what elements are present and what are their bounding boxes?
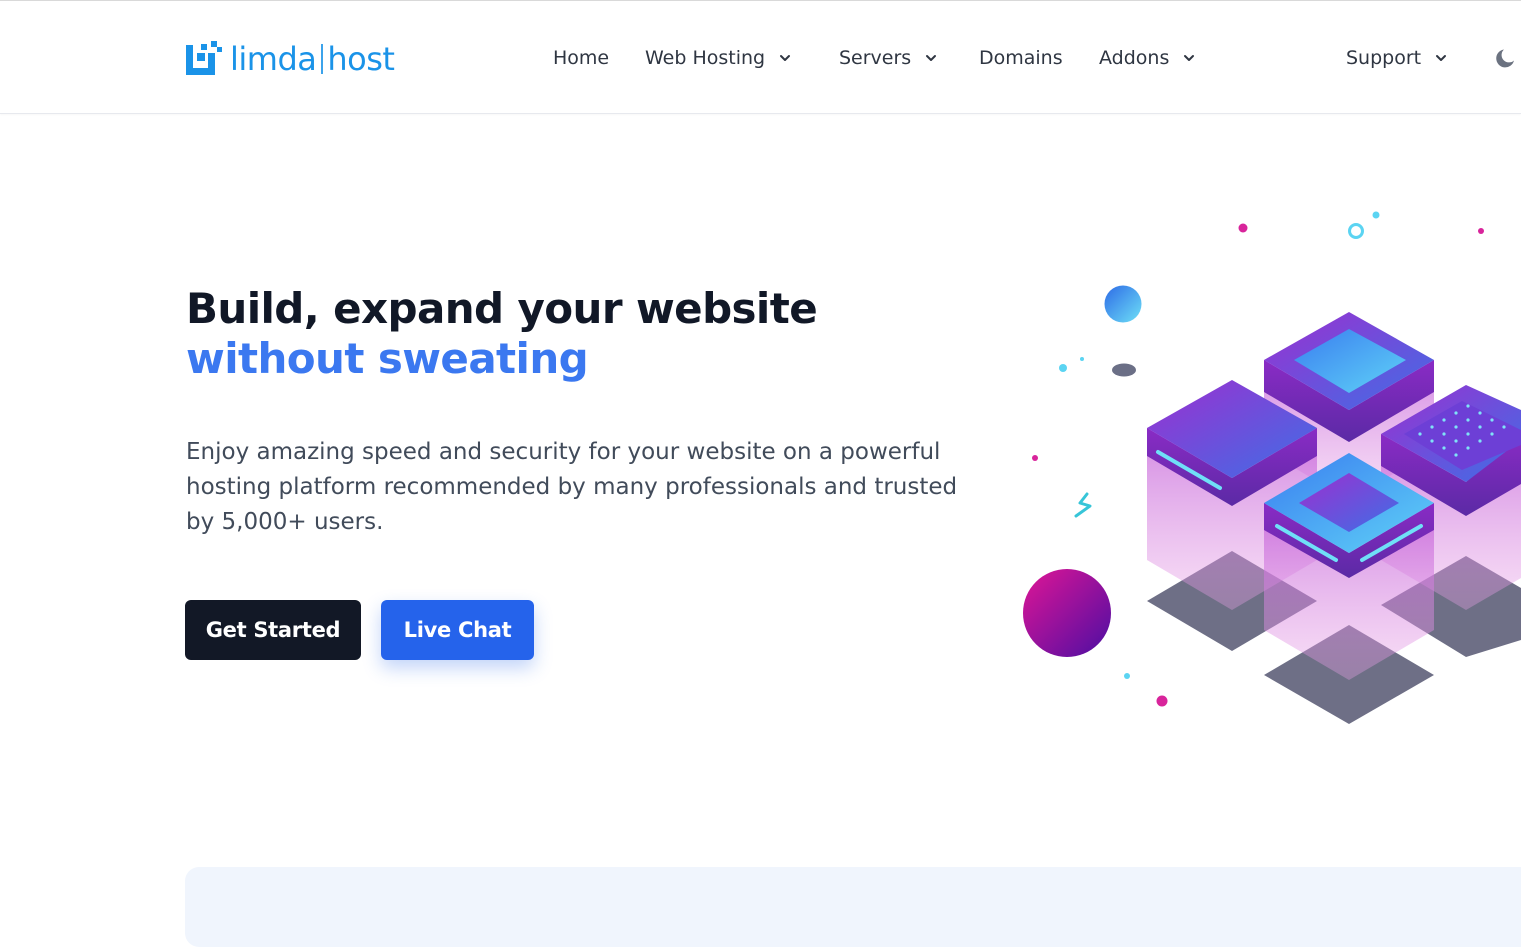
nav-item-home[interactable]: Home	[553, 41, 609, 75]
decor-dot	[1124, 673, 1130, 679]
nav-item-label: Web Hosting	[645, 47, 766, 69]
decor-zigzag	[1074, 492, 1092, 518]
nav-item-addons[interactable]: Addons	[1099, 41, 1195, 75]
moon-icon[interactable]	[1494, 46, 1518, 70]
decor-dot	[1156, 695, 1168, 707]
site-header: limda host Home Web Hosting Servers Doma…	[0, 1, 1521, 114]
decor-dot	[1238, 223, 1248, 233]
chevron-down-icon	[780, 55, 791, 61]
hero-title: Build, expand your website without sweat…	[186, 284, 818, 384]
decor-ball-blue	[1104, 285, 1142, 323]
decor-dot	[1032, 455, 1038, 461]
main-nav: Home Web Hosting Servers Domains Addons …	[0, 41, 1521, 75]
decor-dot	[1059, 364, 1067, 372]
decor-pill	[1112, 363, 1136, 377]
chevron-down-icon	[1436, 55, 1447, 61]
nav-item-domains[interactable]: Domains	[979, 41, 1063, 75]
server-stack-illustration	[1023, 211, 1521, 724]
nav-item-label: Addons	[1099, 47, 1170, 69]
decor-dot	[1080, 357, 1084, 361]
decor-ring	[1348, 223, 1364, 239]
decor-dot	[1372, 211, 1380, 219]
feature-panel	[185, 867, 1521, 947]
nav-item-servers[interactable]: Servers	[839, 41, 937, 75]
chevron-down-icon	[1184, 55, 1195, 61]
hero-title-line1: Build, expand your website	[186, 284, 818, 333]
decor-dot	[1478, 228, 1484, 234]
nav-item-label: Support	[1346, 47, 1422, 69]
nav-item-support[interactable]: Support	[1346, 41, 1447, 75]
nav-item-web-hosting[interactable]: Web Hosting	[645, 41, 791, 75]
nav-item-label: Servers	[839, 47, 912, 69]
live-chat-button[interactable]: Live Chat	[381, 600, 534, 660]
hero-description: Enjoy amazing speed and security for you…	[186, 439, 958, 535]
nav-item-label: Home	[553, 47, 610, 69]
get-started-button[interactable]: Get Started	[185, 600, 361, 660]
hero-title-accent: without sweating	[186, 334, 589, 383]
decor-ball-magenta	[1023, 569, 1111, 657]
chevron-down-icon	[926, 55, 937, 61]
nav-item-label: Domains	[979, 47, 1063, 69]
